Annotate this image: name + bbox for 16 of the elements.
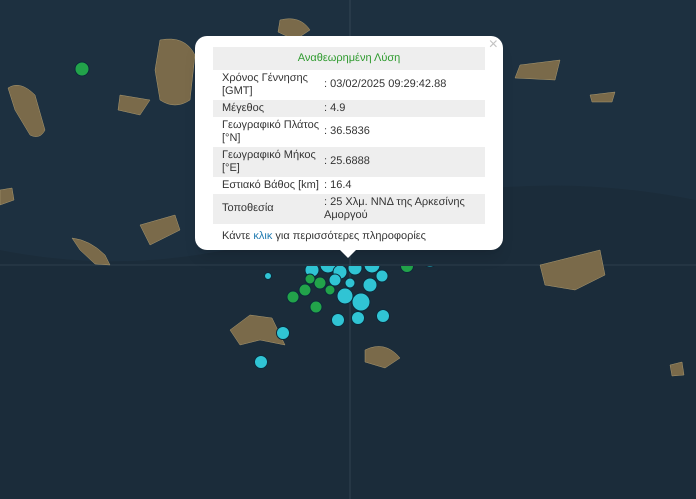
- field-label: Μέγεθος: [221, 102, 266, 114]
- field-value: : 36.5836: [324, 125, 371, 138]
- field-label: Γεωγραφικό Πλάτος [°N]: [221, 118, 320, 144]
- field-label: Τοποθεσία: [221, 202, 275, 215]
- field-value: : 25 Χλμ. ΝΝΔ της Αρκεσίνης Αμοργού: [324, 196, 466, 222]
- field-value: : 25.6888: [324, 155, 371, 168]
- field-value: : 4.9: [324, 102, 346, 114]
- field-label: Χρόνος Γέννησης [GMT]: [221, 72, 309, 98]
- field-value: : 16.4: [324, 178, 353, 192]
- field-label: Γεωγραφικό Μήκος [°E]: [221, 148, 317, 174]
- field-label: Εστιακό Βάθος [km]: [221, 178, 320, 192]
- popup-title: Αναθεωρημένη Λύση: [213, 47, 485, 70]
- map-marker-icon[interactable]: [74, 61, 90, 77]
- field-value: : 03/02/2025 09:29:42.88: [324, 78, 448, 91]
- more-info-link[interactable]: κλικ: [253, 230, 272, 242]
- more-info-text: Κάντε κλικ για περισσότερες πληροφορίες: [221, 228, 427, 244]
